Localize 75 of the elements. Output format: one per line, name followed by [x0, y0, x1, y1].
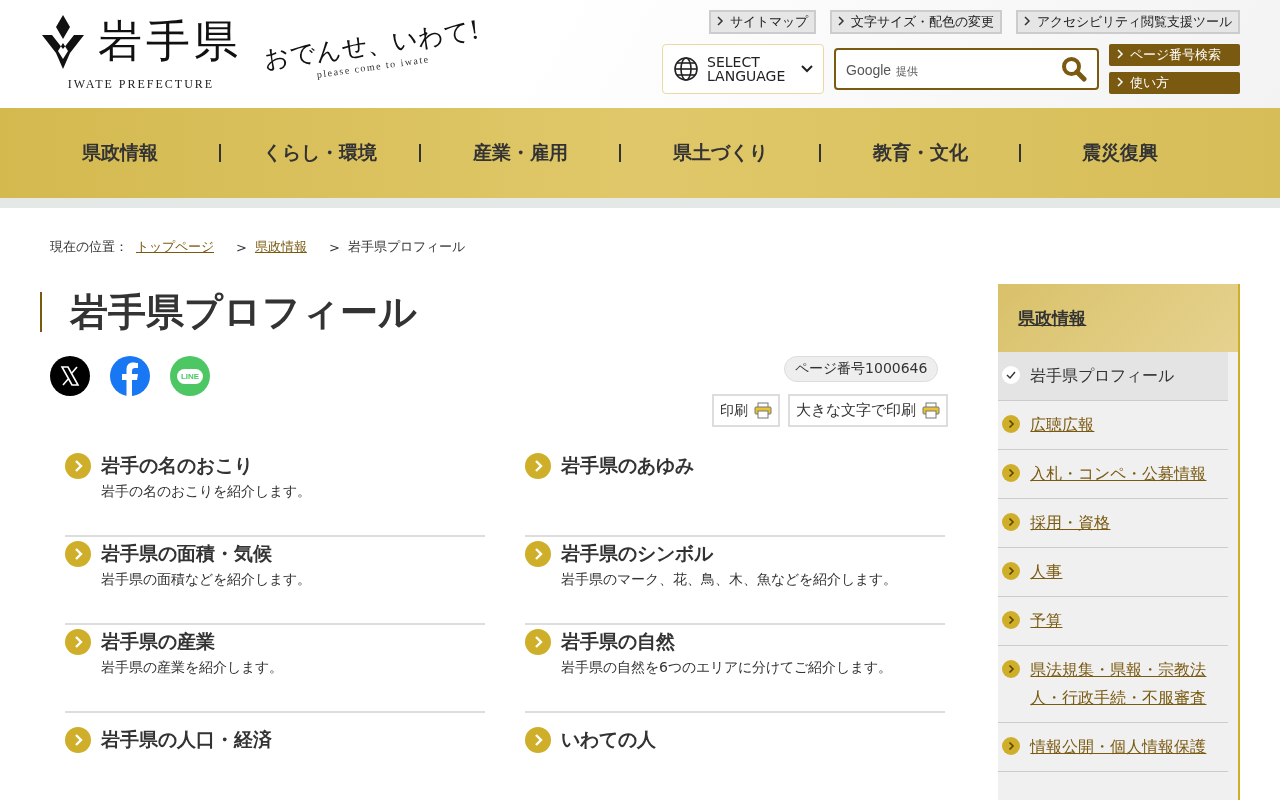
printer-icon [922, 402, 941, 419]
breadcrumb-separator: > [236, 239, 247, 255]
chevron-circle-icon [1002, 660, 1021, 678]
chevron-circle-icon [65, 727, 91, 753]
chevron-circle-icon [525, 629, 551, 655]
page-link-button[interactable]: 使い方 [1109, 72, 1240, 94]
chevron-circle-icon [65, 629, 91, 655]
breadcrumb-separator: > [328, 239, 340, 255]
logo-subtitle: IWATE PREFECTURE [67, 77, 215, 92]
chevron-circle-icon [525, 541, 551, 567]
nav-item[interactable]: 震災復興 [1021, 140, 1219, 166]
topic-description: 岩手県の面積などを紹介します。 [101, 571, 312, 589]
page-number-badge: ページ番号1000646 [784, 356, 939, 382]
sidebar-item[interactable]: 県法規集・県報・宗教法人・行政手続・不服審査 [998, 646, 1228, 723]
chevron-circle-icon [525, 453, 551, 479]
page-title: 岩手県プロフィール [40, 292, 949, 332]
sidebar-item[interactable]: 岩手県プロフィール [998, 352, 1228, 401]
chevron-down-icon [801, 65, 813, 73]
topic-description: 岩手県のマーク、花、鳥、木、魚などを紹介します。 [561, 571, 898, 589]
nav-item[interactable]: 県政情報 [21, 140, 219, 166]
topic-link[interactable]: 岩手県の産業 [101, 629, 215, 655]
breadcrumb-link[interactable]: 県政情報 [254, 238, 307, 256]
topic-description: 岩手の名のおこりを紹介します。 [101, 483, 312, 501]
chevron-circle-icon [65, 541, 91, 567]
utility-link[interactable]: サイトマップ [709, 10, 816, 34]
topic-link[interactable]: 岩手県の自然 [561, 629, 675, 655]
sidebar-item[interactable]: 入札・コンペ・公募情報 [998, 450, 1228, 499]
print-button[interactable]: 大きな文字で印刷 [788, 394, 949, 427]
breadcrumb-current: 岩手県プロフィール [347, 238, 465, 256]
search-field[interactable]: Google 提供 [834, 48, 1099, 90]
sidebar-item[interactable]: 採用・資格 [998, 499, 1228, 548]
utility-link[interactable]: アクセシビリティ閲覧支援ツール [1016, 10, 1240, 34]
chevron-circle-icon [1002, 611, 1021, 629]
topic-link[interactable]: 岩手県の面積・気候 [101, 541, 272, 567]
printer-icon [754, 402, 773, 419]
topic-description: 岩手県の産業を紹介します。 [101, 659, 284, 677]
chevron-right-icon [717, 16, 724, 26]
sidebar-heading-link[interactable]: 県政情報 [1018, 306, 1087, 330]
chevron-right-icon [1024, 16, 1031, 26]
breadcrumb-label: 現在の位置： [50, 238, 128, 256]
chevron-circle-icon [1002, 464, 1021, 482]
chevron-circle-icon [65, 453, 91, 479]
chevron-circle-icon [1002, 513, 1021, 531]
topic-description: 岩手県の自然を6つのエリアに分けてご紹介します。 [561, 659, 893, 677]
print-button[interactable]: 印刷 [712, 394, 781, 427]
sidebar-item[interactable]: 人事 [998, 548, 1228, 597]
search-icon[interactable] [1061, 56, 1087, 82]
chevron-circle-icon [525, 727, 551, 753]
topic-link[interactable]: 岩手県のシンボル [561, 541, 713, 567]
chevron-right-icon [838, 16, 845, 26]
topic-link[interactable]: いわての人 [561, 727, 656, 753]
nav-item[interactable]: くらし・環境 [221, 140, 419, 166]
nav-item[interactable]: 教育・文化 [821, 140, 1019, 166]
chevron-circle-icon [1002, 737, 1021, 755]
nav-item[interactable]: 県土づくり [621, 140, 819, 166]
utility-link[interactable]: 文字サイズ・配色の変更 [830, 10, 1002, 34]
topic-link[interactable]: 岩手県の人口・経済 [101, 727, 272, 753]
globe-icon [673, 56, 699, 82]
sidebar-item[interactable]: 情報公開・個人情報保護 [998, 723, 1228, 772]
breadcrumb-link[interactable]: トップページ [136, 238, 214, 256]
language-selector[interactable]: SELECT LANGUAGE [662, 44, 824, 94]
nav-item[interactable]: 産業・雇用 [421, 140, 619, 166]
chevron-right-icon [1117, 77, 1124, 87]
page-link-button[interactable]: ページ番号検索 [1109, 44, 1240, 66]
topic-link[interactable]: 岩手の名のおこり [101, 453, 253, 479]
sidebar-item[interactable]: 予算 [998, 597, 1228, 646]
sidebar-item[interactable]: 広聴広報 [998, 401, 1228, 450]
x-share-icon[interactable] [50, 356, 90, 396]
check-icon [1002, 366, 1021, 384]
facebook-share-icon[interactable] [110, 356, 150, 396]
chevron-right-icon [1117, 49, 1124, 59]
topic-link[interactable]: 岩手県のあゆみ [561, 453, 694, 479]
chevron-circle-icon [1002, 415, 1021, 433]
chevron-circle-icon [1002, 562, 1021, 580]
logo-text[interactable]: 岩手県 [98, 12, 242, 71]
